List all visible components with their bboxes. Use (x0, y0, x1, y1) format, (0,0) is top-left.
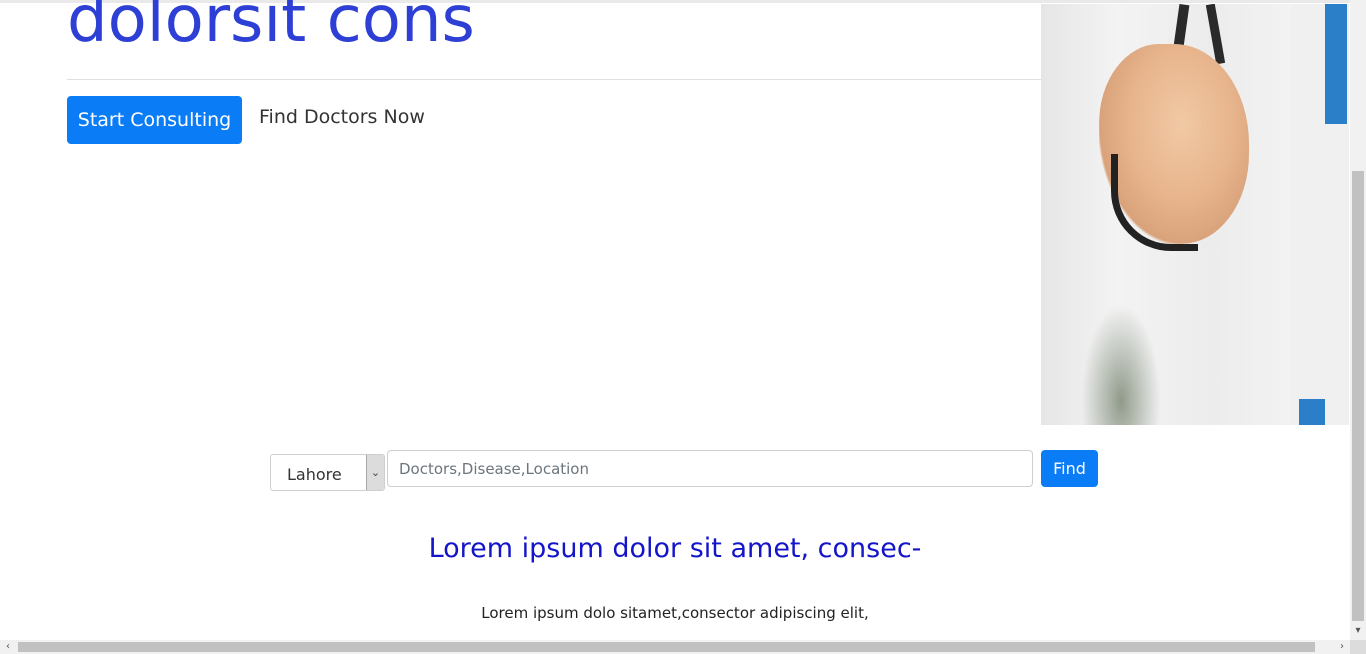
search-input[interactable] (387, 450, 1033, 487)
image-shade (1081, 304, 1161, 425)
stethoscope-loop (1111, 154, 1198, 251)
hero-title: dolorsit cons (67, 0, 475, 57)
doctor-image (1041, 4, 1349, 425)
chevron-down-icon[interactable]: ⌄ (366, 455, 384, 490)
section-title: Lorem ipsum dolor sit amet, consec- (428, 533, 922, 564)
start-consulting-button[interactable]: Start Consulting (67, 96, 242, 144)
vertical-scrollbar-thumb[interactable] (1352, 171, 1364, 621)
chevron-right-icon[interactable]: › (1336, 640, 1348, 654)
horizontal-scrollbar[interactable]: ‹ › (0, 640, 1350, 654)
chevron-left-icon[interactable]: ‹ (2, 640, 14, 654)
section-subtitle: Lorem ipsum dolo sitamet,consector adipi… (481, 604, 869, 622)
horizontal-scrollbar-thumb[interactable] (18, 642, 1315, 652)
chevron-down-icon[interactable]: ▾ (1350, 624, 1366, 638)
find-button[interactable]: Find (1041, 450, 1098, 487)
find-doctors-link[interactable]: Find Doctors Now (259, 106, 425, 128)
hero-divider (67, 79, 1041, 80)
scrubs-shape-lower (1299, 399, 1325, 425)
city-select[interactable]: Lahore ⌄ (270, 454, 385, 491)
scrubs-shape (1325, 4, 1347, 124)
vertical-scrollbar[interactable]: ▾ (1350, 0, 1366, 640)
scrollbar-corner (1350, 640, 1366, 654)
city-select-value: Lahore (287, 465, 342, 484)
